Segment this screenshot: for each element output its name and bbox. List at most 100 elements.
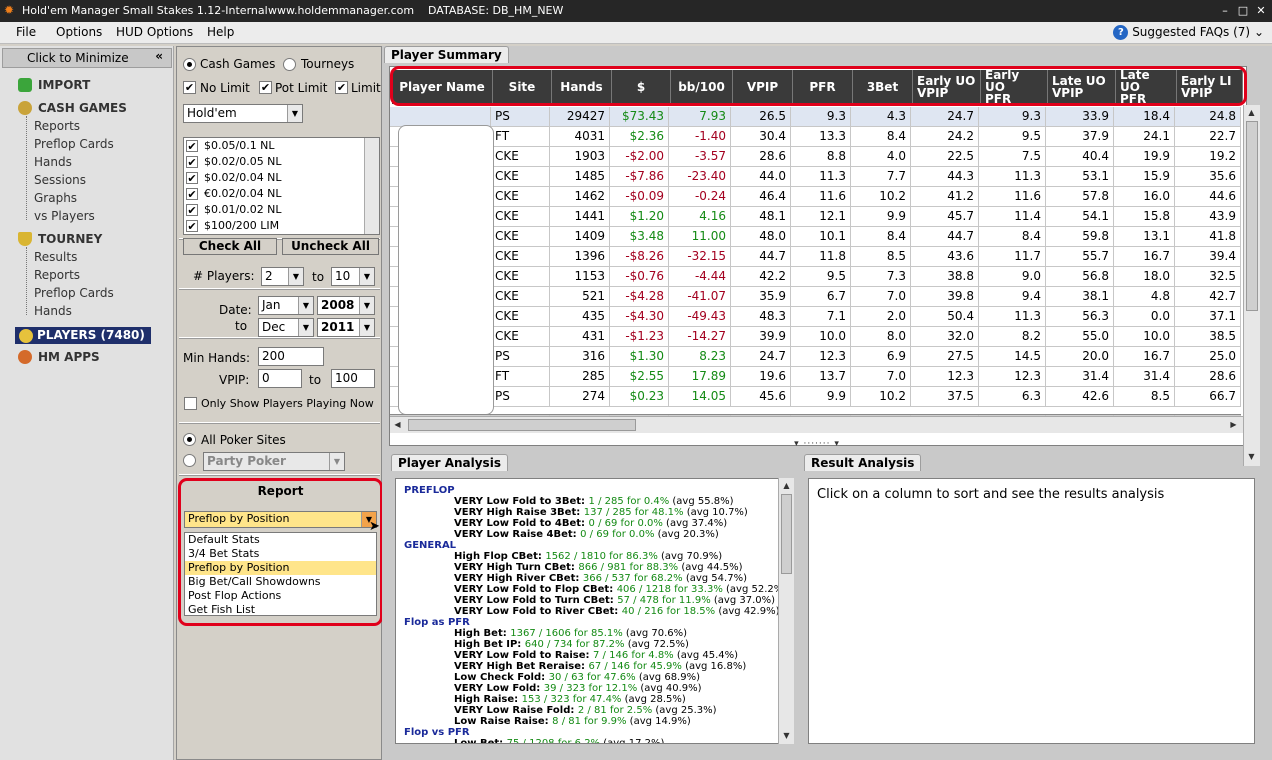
date-to-year-select[interactable]: 2011 ▼ <box>317 318 375 337</box>
specific-site-radio[interactable] <box>183 454 196 467</box>
list-item[interactable]: ✔ $0.02/0.04 NL <box>186 171 282 187</box>
tab-player-summary[interactable]: Player Summary <box>384 46 509 63</box>
minimize-window-button[interactable]: – <box>1217 3 1233 19</box>
min-hands-input[interactable]: 200 <box>258 347 324 366</box>
table-row[interactable]: CKE 1462 -$0.09 -0.24 46.4 11.6 10.2 41.2 11.6 57… <box>390 187 1241 207</box>
menu-file[interactable]: File <box>16 25 36 39</box>
stake-checkbox[interactable]: ✔ <box>186 204 198 216</box>
nav-players[interactable]: PLAYERS (7480) <box>15 327 151 344</box>
scroll-thumb[interactable] <box>1246 121 1258 311</box>
menu-help[interactable]: Help <box>207 25 234 39</box>
table-row[interactable]: PS 316 $1.30 8.23 24.7 12.3 6.9 27.5 14.5 20.0 16.… <box>390 347 1241 367</box>
nav-cash-sessions[interactable]: Sessions <box>34 173 86 187</box>
report-option[interactable]: 3/4 Bet Stats <box>185 547 376 561</box>
table-row[interactable]: CKE 1485 -$7.86 -23.40 44.0 11.3 7.7 44.3 11.3 53… <box>390 167 1241 187</box>
nav-tourney-reports[interactable]: Reports <box>34 268 80 282</box>
nav-import[interactable]: IMPORT <box>38 78 90 92</box>
nav-cash-preflop-cards[interactable]: Preflop Cards <box>34 137 114 151</box>
tab-result-analysis[interactable]: Result Analysis <box>804 454 922 471</box>
nav-cash-hands[interactable]: Hands <box>34 155 72 169</box>
game-type-select[interactable]: Hold'em ▼ <box>183 104 303 123</box>
scroll-left-icon[interactable]: ◀ <box>390 417 405 432</box>
tourneys-radio[interactable] <box>283 58 296 71</box>
vpip-to-input[interactable]: 100 <box>331 369 375 388</box>
date-to-month-select[interactable]: Dec ▼ <box>258 318 314 337</box>
grid-horizontal-scrollbar[interactable]: ◀ ▶ <box>390 416 1243 433</box>
stakes-scrollbar[interactable] <box>364 138 379 234</box>
list-item[interactable]: ✔ $0.01/0.02 NL <box>186 203 282 219</box>
scroll-thumb[interactable] <box>781 494 792 574</box>
nav-cash-games[interactable]: CASH GAMES <box>38 101 127 115</box>
scroll-down-icon[interactable]: ▼ <box>779 728 794 743</box>
table-row[interactable]: CKE 1441 $1.20 4.16 48.1 12.1 9.9 45.7 11.4 54.1 1… <box>390 207 1241 227</box>
vpip-from-input[interactable]: 0 <box>258 369 302 388</box>
scroll-up-icon[interactable]: ▲ <box>779 478 794 493</box>
suggested-faqs-button[interactable]: ? Suggested FAQs (7) ⌄ <box>1113 25 1264 40</box>
stake-checkbox[interactable]: ✔ <box>186 188 198 200</box>
maximize-window-button[interactable]: □ <box>1235 3 1251 19</box>
stake-checkbox[interactable]: ✔ <box>186 140 198 152</box>
scroll-up-icon[interactable]: ▲ <box>1244 105 1259 120</box>
minimize-panel-button[interactable]: Click to Minimize « <box>2 48 172 68</box>
nav-tourney-preflop-cards[interactable]: Preflop Cards <box>34 286 114 300</box>
cash-games-radio[interactable] <box>183 58 196 71</box>
panel-splitter[interactable]: ▾ ······· ▾ <box>792 439 842 449</box>
no-limit-checkbox[interactable]: ✔ <box>183 81 196 94</box>
analysis-scrollbar[interactable]: ▲ ▼ <box>778 478 794 744</box>
table-row[interactable]: CKE 1153 -$0.76 -4.44 42.2 9.5 7.3 38.8 9.0 56.8 1… <box>390 267 1241 287</box>
table-row[interactable]: PS 274 $0.23 14.05 45.6 9.9 10.2 37.5 6.3 42.6 8.5… <box>390 387 1241 407</box>
scroll-down-icon[interactable]: ▼ <box>1244 449 1259 464</box>
report-option[interactable]: Get Fish List <box>185 603 376 617</box>
report-option-selected[interactable]: Preflop by Position <box>185 561 376 575</box>
all-sites-radio[interactable] <box>183 433 196 446</box>
table-row[interactable]: CKE 521 -$4.28 -41.07 35.9 6.7 7.0 39.8 9.4 38.1 4… <box>390 287 1241 307</box>
site-select[interactable]: Party Poker ▼ <box>203 452 345 471</box>
nav-cash-graphs[interactable]: Graphs <box>34 191 77 205</box>
only-playing-checkbox[interactable] <box>184 397 197 410</box>
tab-player-analysis[interactable]: Player Analysis <box>391 454 508 471</box>
nav-tourney-results[interactable]: Results <box>34 250 77 264</box>
nav-tourney[interactable]: TOURNEY <box>38 232 102 246</box>
list-item[interactable]: ✔ $100/200 LIM <box>186 219 279 234</box>
date-from-year-select[interactable]: 2008 ▼ <box>317 296 375 315</box>
menu-hud-options[interactable]: HUD Options <box>116 25 193 39</box>
nav-hm-apps[interactable]: HM APPS <box>38 350 100 364</box>
list-item[interactable]: ✔ $0.02/0.05 NL <box>186 155 282 171</box>
stake-checkbox[interactable]: ✔ <box>186 156 198 168</box>
scroll-right-icon[interactable]: ▶ <box>1226 417 1241 432</box>
report-option[interactable]: Big Bet/Call Showdowns <box>185 575 376 589</box>
stake-checkbox[interactable]: ✔ <box>186 172 198 184</box>
pot-limit-checkbox[interactable]: ✔ <box>259 81 272 94</box>
table-row[interactable]: CKE 435 -$4.30 -49.43 48.3 7.1 2.0 50.4 11.3 56.3… <box>390 307 1241 327</box>
report-option[interactable]: Post Flop Actions <box>185 589 376 603</box>
nav-tourney-hands[interactable]: Hands <box>34 304 72 318</box>
table-row[interactable]: CKE 1396 -$8.26 -32.15 44.7 11.8 8.5 43.6 11.7 55… <box>390 247 1241 267</box>
nav-cash-reports[interactable]: Reports <box>34 119 80 133</box>
table-row[interactable]: FT 285 $2.55 17.89 19.6 13.7 7.0 12.3 12.3 31.4 31… <box>390 367 1241 387</box>
report-option[interactable]: Default Stats <box>185 533 376 547</box>
close-window-button[interactable]: ✕ <box>1253 3 1269 19</box>
table-row[interactable]: CKE 1409 $3.48 11.00 48.0 10.1 8.4 44.7 8.4 59.8 1… <box>390 227 1241 247</box>
date-from-month-select[interactable]: Jan ▼ <box>258 296 314 315</box>
players-to-select[interactable]: 10 ▼ <box>331 267 375 286</box>
list-item[interactable]: ✔ €0.02/0.04 NL <box>186 187 282 203</box>
table-row[interactable]: CKE 1903 -$2.00 -3.57 28.6 8.8 4.0 22.5 7.5 40.4 1… <box>390 147 1241 167</box>
scroll-thumb[interactable] <box>408 419 636 431</box>
cell-3bet: 4.0 <box>851 147 911 167</box>
grid-vertical-scrollbar[interactable]: ▲ ▼ <box>1243 105 1260 466</box>
uncheck-all-button[interactable]: Uncheck All <box>282 238 379 255</box>
table-row[interactable]: PS 29427 $73.43 7.93 26.5 9.3 4.3 24.7 9.3 33.9 18… <box>390 107 1241 127</box>
nav-cash-vs-players[interactable]: vs Players <box>34 209 95 223</box>
check-all-button[interactable]: Check All <box>183 238 277 255</box>
menu-options[interactable]: Options <box>56 25 102 39</box>
stake-checkbox[interactable]: ✔ <box>186 220 198 232</box>
menu-bar: File Options HUD Options Help ? Suggeste… <box>0 22 1272 44</box>
stakes-list[interactable]: ✔ $0.05/0.1 NL ✔ $0.02/0.05 NL ✔ $0.02/0.04… <box>183 137 380 235</box>
report-options-list[interactable]: Default Stats 3/4 Bet Stats Preflop by P… <box>184 532 377 616</box>
players-from-select[interactable]: 2 ▼ <box>261 267 304 286</box>
table-row[interactable]: CKE 431 -$1.23 -14.27 39.9 10.0 8.0 32.0 8.2 55.0… <box>390 327 1241 347</box>
limit-checkbox[interactable]: ✔ <box>335 81 348 94</box>
table-row[interactable]: FT 4031 $2.36 -1.40 30.4 13.3 8.4 24.2 9.5 37.9 24… <box>390 127 1241 147</box>
report-select[interactable]: Preflop by Position ▼ <box>184 511 377 528</box>
list-item[interactable]: ✔ $0.05/0.1 NL <box>186 139 275 155</box>
